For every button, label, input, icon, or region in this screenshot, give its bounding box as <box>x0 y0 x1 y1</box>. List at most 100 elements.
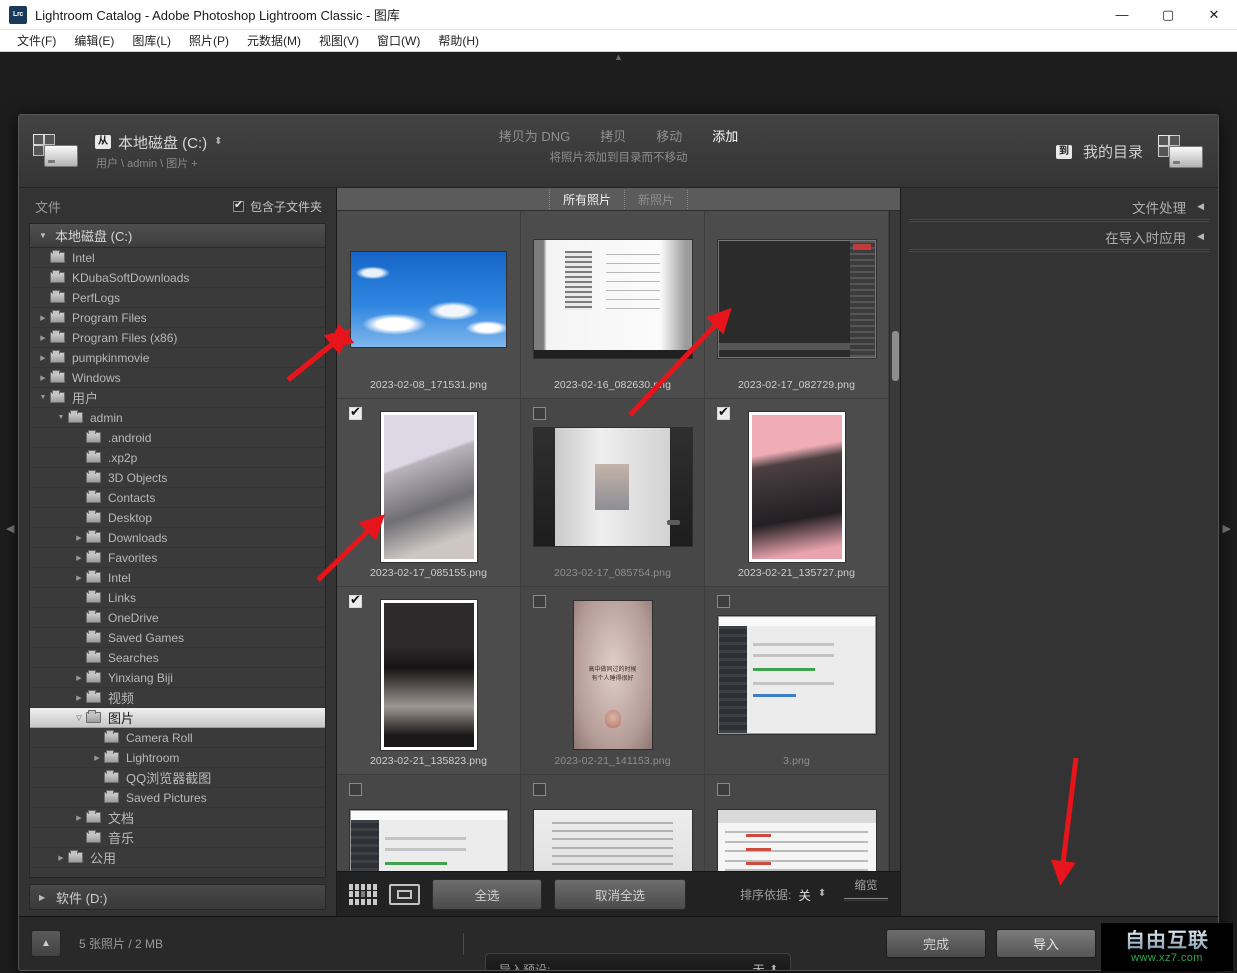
photo-cell[interactable]: 2023-02-08_171531.png <box>337 211 521 399</box>
tree-twisty-icon[interactable]: ▶ <box>72 554 86 562</box>
photo-cell[interactable]: 2023-02-21_135823.png <box>337 587 521 775</box>
photo-include-checkbox[interactable] <box>533 783 546 796</box>
tab-all-photos[interactable]: 所有照片 <box>548 189 625 209</box>
folder-tree-item[interactable]: ▶ 视频 <box>30 688 325 708</box>
folder-tree-item[interactable]: ▽ 图片 <box>30 708 325 728</box>
photo-cell[interactable] <box>337 775 521 871</box>
drive-footer-d[interactable]: ▶ 软件 (D:) <box>29 884 326 910</box>
menu-window[interactable]: 窗口(W) <box>368 30 429 51</box>
folder-tree-item[interactable]: 3D Objects <box>30 468 325 488</box>
destination-info[interactable]: 到 我的目录 <box>1055 115 1204 188</box>
mode-move[interactable]: 移动 <box>656 126 682 145</box>
folder-tree-item[interactable]: ▶ Downloads <box>30 528 325 548</box>
left-panel-toggle[interactable]: ◀ <box>6 522 14 535</box>
photo-cell[interactable]: 高中做同过的时候 有个人睡得很好 2023-02-21_141153.png <box>521 587 705 775</box>
photo-thumbnail[interactable] <box>717 240 876 358</box>
folder-tree-item[interactable]: ▶ Program Files (x86) <box>30 328 325 348</box>
folder-tree-item[interactable]: ▶ Lightroom <box>30 748 325 768</box>
photo-thumbnail[interactable] <box>533 810 692 871</box>
maximize-button[interactable]: ▢ <box>1145 0 1191 30</box>
folder-tree-item[interactable]: ▶ Favorites <box>30 548 325 568</box>
include-subfolders-row[interactable]: 包含子文件夹 <box>232 198 322 215</box>
photo-cell[interactable]: 2023-02-17_085754.png <box>521 399 705 587</box>
tree-twisty-icon[interactable]: ▼ <box>36 394 50 401</box>
mode-add[interactable]: 添加 <box>712 126 738 145</box>
folder-tree-item[interactable]: QQ浏览器截图 <box>30 768 325 788</box>
tree-twisty-icon[interactable]: ▼ <box>54 414 68 421</box>
photo-thumbnail[interactable] <box>349 810 508 871</box>
chevron-down-icon[interactable]: ▼ <box>39 231 48 240</box>
tree-twisty-icon[interactable]: ▶ <box>36 374 50 382</box>
mode-copy-as-dng[interactable]: 拷贝为 DNG <box>499 126 571 145</box>
photo-include-checkbox[interactable] <box>349 783 362 796</box>
tree-twisty-icon[interactable]: ▶ <box>36 334 50 342</box>
photo-thumbnail[interactable] <box>717 616 876 734</box>
photo-include-checkbox[interactable] <box>349 592 362 608</box>
tree-twisty-icon[interactable]: ▶ <box>72 574 86 582</box>
tree-twisty-icon[interactable]: ▶ <box>36 314 50 322</box>
tree-twisty-icon[interactable]: ▽ <box>72 714 86 722</box>
tree-twisty-icon[interactable]: ▶ <box>72 694 86 702</box>
import-preset-value[interactable]: 无 ⬍ <box>753 961 778 970</box>
chevron-right-icon[interactable]: ▶ <box>39 893 48 902</box>
import-button[interactable]: 导入 <box>996 929 1096 958</box>
chevron-left-icon[interactable]: ◀ <box>1197 201 1204 212</box>
close-button[interactable]: ✕ <box>1191 0 1237 30</box>
photo-cell[interactable] <box>521 775 705 871</box>
photo-include-checkbox[interactable] <box>533 595 546 608</box>
sort-spinner-icon[interactable]: ⬍ <box>818 889 826 899</box>
photo-thumbnail[interactable]: 高中做同过的时候 有个人睡得很好 <box>573 601 652 749</box>
menu-photo[interactable]: 照片(P) <box>180 30 238 51</box>
source-info[interactable]: 从 本地磁盘 (C:) ⬍ 用户 \ admin \ 图片 + <box>95 132 223 171</box>
thumbnail-size-slider[interactable]: 缩览 <box>842 877 890 899</box>
source-spinner-icon[interactable]: ⬍ <box>214 137 222 147</box>
grid-scrollbar-thumb[interactable] <box>892 331 899 381</box>
menu-help[interactable]: 帮助(H) <box>429 30 488 51</box>
right-panel-toggle[interactable]: ▶ <box>1223 522 1231 535</box>
folder-tree-item[interactable]: Saved Pictures <box>30 788 325 808</box>
folder-tree-item[interactable]: OneDrive <box>30 608 325 628</box>
top-panel-toggle[interactable]: ▲ <box>0 52 1237 62</box>
folder-tree-item[interactable]: Desktop <box>30 508 325 528</box>
include-subfolders-checkbox[interactable] <box>232 198 244 212</box>
tree-twisty-icon[interactable]: ▶ <box>54 854 68 862</box>
grid-scrollbar[interactable] <box>889 211 900 871</box>
folder-tree-item[interactable]: KDubaSoftDownloads <box>30 268 325 288</box>
photo-cell[interactable]: 3.png <box>705 587 889 775</box>
photo-cell[interactable] <box>705 775 889 871</box>
file-handling-header[interactable]: 文件处理 ◀ <box>909 194 1210 219</box>
tree-twisty-icon[interactable]: ▶ <box>36 354 50 362</box>
tree-twisty-icon[interactable]: ▶ <box>72 674 86 682</box>
folder-tree-item[interactable]: ▼ 用户 <box>30 388 325 408</box>
done-button[interactable]: 完成 <box>886 929 986 958</box>
menu-view[interactable]: 视图(V) <box>310 30 368 51</box>
folder-tree-item[interactable]: ▶ Intel <box>30 568 325 588</box>
apply-during-import-header[interactable]: 在导入时应用 ◀ <box>909 224 1210 249</box>
folder-tree-item[interactable]: ▶ Program Files <box>30 308 325 328</box>
preset-spinner-icon[interactable]: ⬍ <box>770 964 778 970</box>
thumbnail-size-track[interactable] <box>844 898 888 899</box>
folder-tree-item[interactable]: Saved Games <box>30 628 325 648</box>
menu-library[interactable]: 图库(L) <box>123 30 180 51</box>
sort-control[interactable]: 排序依据: 关 ⬍ <box>740 885 826 904</box>
photo-thumbnail[interactable] <box>380 412 477 562</box>
tree-twisty-icon[interactable]: ▶ <box>72 814 86 822</box>
photo-cell[interactable]: 2023-02-17_082729.png <box>705 211 889 399</box>
photo-thumbnail[interactable] <box>533 428 692 546</box>
photo-cell[interactable]: 2023-02-17_085155.png <box>337 399 521 587</box>
photo-thumbnail[interactable] <box>717 810 876 871</box>
import-preset-selector[interactable]: 导入预设: 无 ⬍ <box>485 953 791 970</box>
tab-new-photos[interactable]: 新照片 <box>625 189 689 209</box>
folder-tree-item[interactable]: ▶ 公用 <box>30 848 325 868</box>
grid-view-icon[interactable] <box>349 883 377 905</box>
sort-value[interactable]: 关 <box>798 885 811 904</box>
folder-tree-item[interactable]: .xp2p <box>30 448 325 468</box>
photo-thumbnail[interactable] <box>533 240 692 358</box>
select-all-button[interactable]: 全选 <box>432 878 542 910</box>
folder-tree-item[interactable]: Contacts <box>30 488 325 508</box>
photo-include-checkbox[interactable] <box>717 404 730 420</box>
photo-thumbnail[interactable] <box>380 600 477 750</box>
folder-tree-item[interactable]: ▼ admin <box>30 408 325 428</box>
folder-tree-item[interactable]: Searches <box>30 648 325 668</box>
photo-thumbnail[interactable] <box>748 412 845 562</box>
